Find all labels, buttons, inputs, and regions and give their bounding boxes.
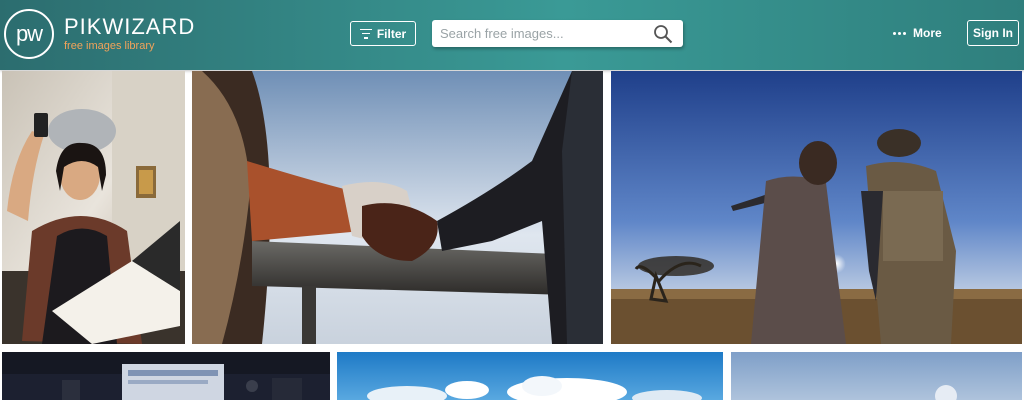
filter-button[interactable]: Filter bbox=[350, 21, 416, 46]
filter-label: Filter bbox=[376, 26, 407, 41]
photo-hands-on-railing[interactable] bbox=[192, 71, 603, 344]
photo-studio-monitor[interactable] bbox=[2, 352, 330, 400]
photo-woman-selfie-book[interactable] bbox=[2, 71, 185, 344]
logo-circle-icon: pw bbox=[4, 9, 54, 59]
filter-icon bbox=[359, 28, 372, 39]
photo-image bbox=[611, 71, 1022, 344]
search-bar bbox=[432, 20, 683, 47]
photo-image bbox=[2, 352, 330, 400]
more-label: More bbox=[913, 26, 942, 40]
ellipsis-icon bbox=[893, 31, 906, 35]
photo-image bbox=[731, 352, 1022, 400]
search-input[interactable] bbox=[440, 24, 645, 43]
photo-blue-sky-clouds[interactable] bbox=[337, 352, 723, 400]
photo-image bbox=[192, 71, 603, 344]
photo-hazy-sky-moon[interactable] bbox=[731, 352, 1022, 400]
search-icon[interactable] bbox=[653, 24, 673, 44]
photo-image bbox=[2, 71, 185, 344]
site-logo[interactable]: pw PIKWIZARD free images library bbox=[4, 6, 195, 62]
logo-wordmark: PIKWIZARD free images library bbox=[64, 15, 195, 53]
logo-mark-text: pw bbox=[15, 21, 43, 46]
more-button[interactable]: More bbox=[893, 24, 942, 42]
photo-image bbox=[337, 352, 723, 400]
logo-tagline: free images library bbox=[64, 40, 155, 52]
sign-in-label: Sign In bbox=[973, 26, 1013, 40]
logo-name: PIKWIZARD bbox=[64, 14, 196, 39]
photo-couple-sunset[interactable] bbox=[611, 71, 1022, 344]
top-navbar: pw PIKWIZARD free images library Filter … bbox=[0, 0, 1024, 70]
sign-in-button[interactable]: Sign In bbox=[967, 20, 1019, 46]
